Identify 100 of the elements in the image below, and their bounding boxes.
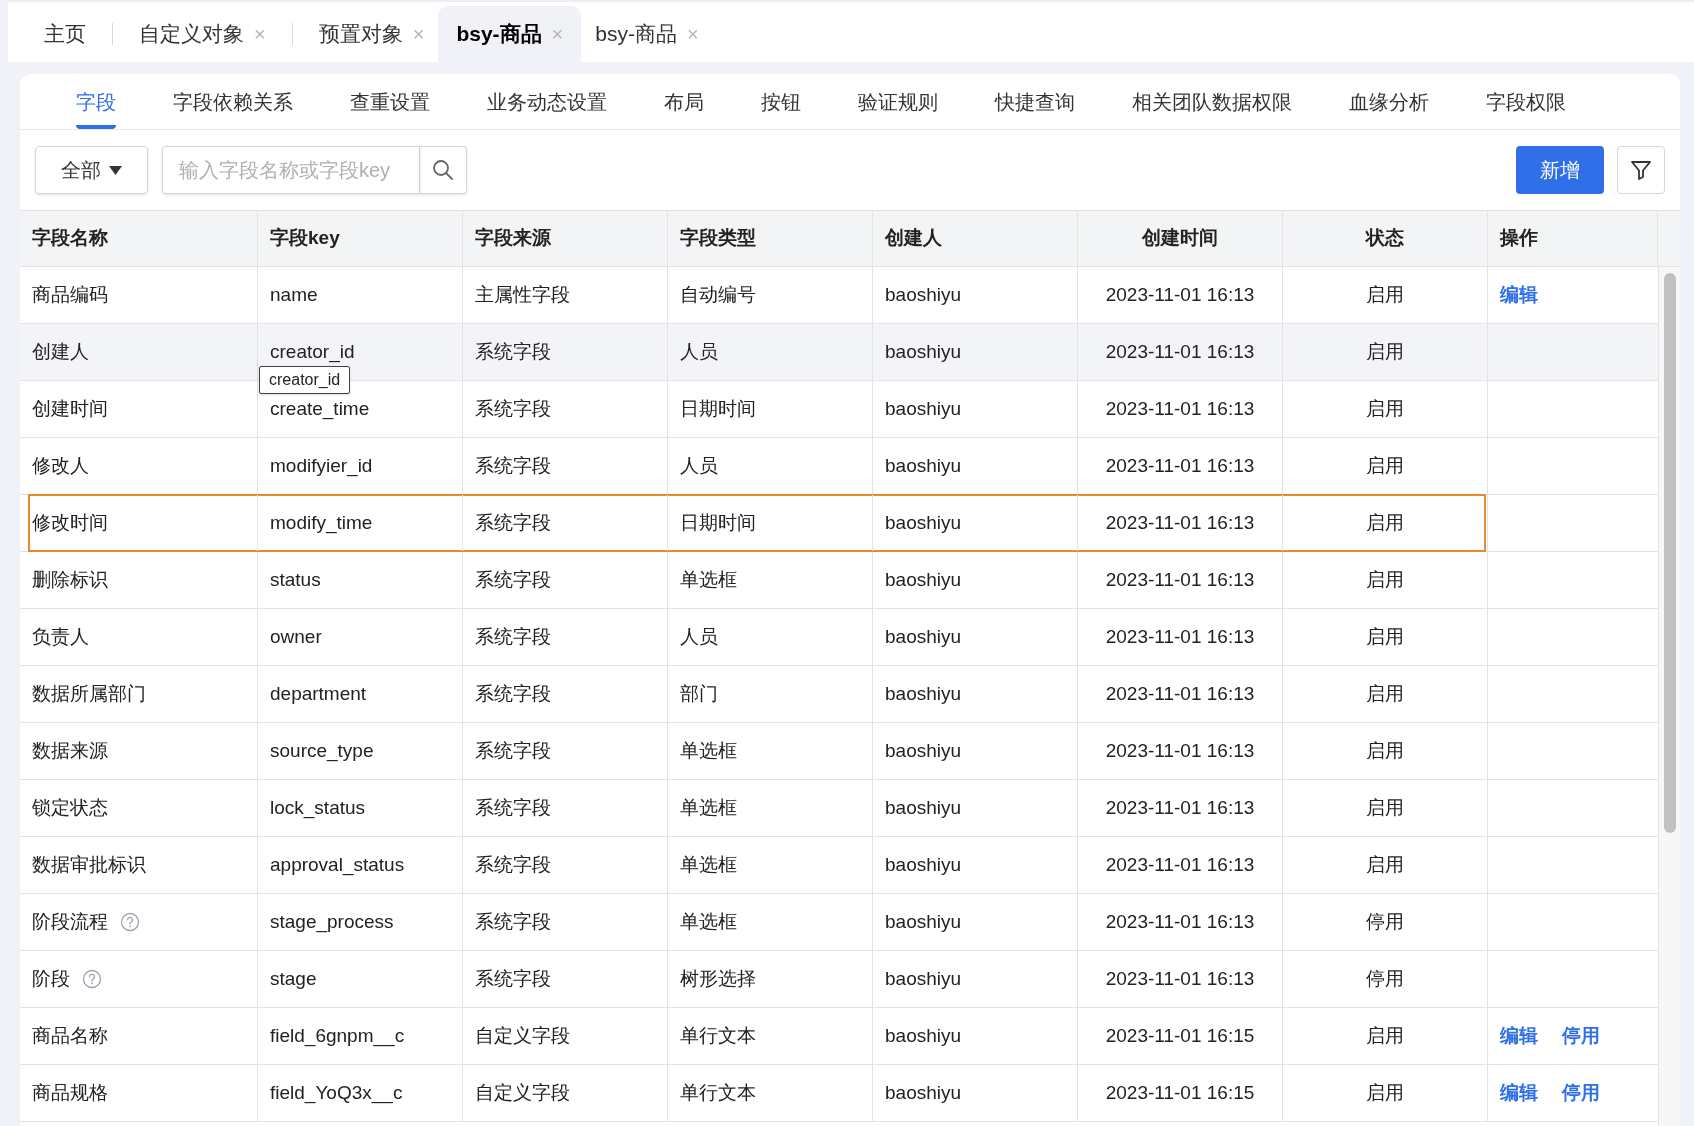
table-cell-text: 商品规格 [32, 1080, 108, 1105]
table-cell-text: 创建时间 [32, 396, 108, 421]
scrollbar-thumb[interactable] [1663, 273, 1676, 833]
table-cell-text: 系统字段 [475, 567, 551, 592]
table-cell-text: 启用 [1366, 624, 1404, 649]
tooltip: creator_id [259, 366, 351, 394]
table-cell-text: 系统字段 [475, 966, 551, 991]
table-cell-text: source_type [270, 738, 374, 764]
table-cell-text: 数据审批标识 [32, 852, 146, 877]
table-cell-text: baoshiyu [885, 909, 962, 934]
search-button[interactable] [420, 146, 467, 194]
table-cell-text: 单选框 [680, 795, 737, 820]
table-cell-text: 系统字段 [475, 738, 551, 763]
table-cell-text: 启用 [1366, 567, 1404, 592]
table-row[interactable]: 修改人 modifyier_id 系统字段 人员 baoshiyu 2023-11-01 16:13 启用 [20, 438, 1658, 495]
table-cell-text: 2023-11-01 16:13 [1105, 339, 1255, 364]
table-cell-text: approval_status [270, 852, 405, 878]
table-row[interactable]: 商品编码 name 主属性字段 自动编号 baoshiyu 2023-11-01 16:13 启用 编辑 [20, 267, 1658, 324]
table-cell-text: 自定义字段 [475, 1023, 570, 1048]
table-cell-text: baoshiyu [885, 681, 962, 706]
action-link[interactable]: 停用 [1562, 1078, 1600, 1108]
section-tab[interactable]: 布局 [664, 87, 704, 129]
table-cell-text: 删除标识 [32, 567, 108, 592]
table-cell-text: baoshiyu [885, 396, 962, 421]
section-tab[interactable]: 业务动态设置 [487, 87, 607, 129]
table-cell-text: baoshiyu [885, 624, 962, 649]
table-cell-text: 2023-11-01 16:13 [1105, 567, 1255, 592]
table-row[interactable]: 数据审批标识 approval_status 系统字段 单选框 baoshiyu 2023-11-01 16:13 启用 [20, 837, 1658, 894]
table-cell-text: 2023-11-01 16:13 [1105, 510, 1255, 535]
table-cell-text: modify_time [270, 510, 373, 536]
table-row[interactable]: 阶段 stage 系统字段 树形选择 baoshiyu 2023-11-01 16:13 停用 [20, 951, 1658, 1008]
section-tab[interactable]: 字段权限 [1486, 87, 1566, 129]
action-link[interactable]: 编辑 [1500, 1021, 1538, 1051]
section-tab[interactable]: 查重设置 [350, 87, 430, 129]
table-cell-text: department [270, 681, 367, 706]
category-dropdown[interactable]: 全部 [35, 146, 148, 194]
table-cell-text: baoshiyu [885, 510, 962, 535]
caret-icon [109, 165, 122, 175]
table-row[interactable]: 商品规格 field_YoQ3x__c 自定义字段 单行文本 baoshiyu 2023-11-01 16:15 启用 编辑 停用 [20, 1065, 1658, 1122]
table-cell-text: baoshiyu [885, 795, 962, 820]
table-cell-text: 系统字段 [475, 795, 551, 820]
section-tab[interactable]: 快捷查询 [995, 87, 1075, 129]
table-row[interactable]: 数据来源 source_type 系统字段 单选框 baoshiyu 2023-11-01 16:13 启用 [20, 723, 1658, 780]
section-tab[interactable]: 字段 [76, 87, 116, 129]
table-cell-text: field_YoQ3x__c [270, 1080, 403, 1106]
column-header: 创建人 [873, 211, 1078, 266]
section-tab[interactable]: 按钮 [761, 87, 801, 129]
table-cell-text: create_time [270, 396, 370, 422]
section-tab[interactable]: 字段依赖关系 [173, 87, 293, 129]
table-cell-text: baoshiyu [885, 738, 962, 763]
table-cell-text: 创建人 [32, 339, 89, 364]
table-cell-text: baoshiyu [885, 339, 962, 364]
column-header: 字段名称 [20, 211, 258, 266]
section-tab[interactable]: 血缘分析 [1349, 87, 1429, 129]
table-cell-text: 启用 [1366, 738, 1404, 763]
search-icon [432, 159, 454, 181]
table-cell-text: 系统字段 [475, 453, 551, 478]
table-row[interactable]: 修改时间 modify_time 系统字段 日期时间 baoshiyu 2023-11-01 16:13 启用 [20, 495, 1658, 552]
table-cell-text: 商品名称 [32, 1023, 108, 1048]
action-link[interactable]: 停用 [1562, 1021, 1600, 1051]
table-cell-text: 系统字段 [475, 681, 551, 706]
table-cell-text: creator_id [270, 339, 355, 365]
table-row[interactable]: 锁定状态 lock_status 系统字段 单选框 baoshiyu 2023-11-01 16:13 启用 [20, 780, 1658, 837]
column-header: 字段类型 [668, 211, 873, 266]
table-cell-text: 系统字段 [475, 510, 551, 535]
table-cell-text: 2023-11-01 16:15 [1105, 1023, 1255, 1048]
tab-label: bsy-商品 [595, 21, 677, 48]
page-tab[interactable]: 主页 [30, 6, 100, 62]
table-cell-text: 单选框 [680, 852, 737, 877]
table-row[interactable]: 阶段流程 stage_process 系统字段 单选框 baoshiyu 2023-11-01 16:13 停用 [20, 894, 1658, 951]
table-cell-text: 2023-11-01 16:13 [1105, 396, 1255, 421]
table-cell-text: 2023-11-01 16:13 [1105, 681, 1255, 706]
table-cell-text: 系统字段 [475, 396, 551, 421]
page-tab[interactable]: 预置对象 × [304, 6, 439, 62]
action-link[interactable]: 编辑 [1500, 1078, 1538, 1108]
table-cell-text: 启用 [1366, 852, 1404, 877]
page-tab[interactable]: bsy-商品 × [438, 6, 582, 62]
table-row[interactable]: 数据所属部门 department 系统字段 部门 baoshiyu 2023-11-01 16:13 启用 [20, 666, 1658, 723]
table-cell-text: 系统字段 [475, 852, 551, 877]
table-row[interactable]: 负责人 owner 系统字段 人员 baoshiyu 2023-11-01 16:13 启用 [20, 609, 1658, 666]
tab-label: 自定义对象 [139, 21, 244, 48]
add-button[interactable]: 新增 [1516, 146, 1604, 194]
section-tab[interactable]: 验证规则 [858, 87, 938, 129]
table-cell-text: 人员 [680, 453, 718, 478]
page-tab[interactable]: 自定义对象 × [125, 6, 280, 62]
table-row[interactable]: 删除标识 status 系统字段 单选框 baoshiyu 2023-11-01 16:13 启用 [20, 552, 1658, 609]
page-tab[interactable]: bsy-商品 × [581, 6, 713, 62]
table-cell-text: 锁定状态 [32, 795, 108, 820]
table-cell-text: modifyier_id [270, 453, 373, 479]
table-cell-text: baoshiyu [885, 1023, 962, 1048]
table-cell-text: name [270, 282, 318, 307]
table-cell-text: 系统字段 [475, 624, 551, 649]
table-cell-text: 启用 [1366, 453, 1404, 478]
search-field[interactable]: 输入字段名称或字段key [162, 146, 420, 194]
section-tab[interactable]: 相关团队数据权限 [1132, 87, 1292, 129]
table-row[interactable]: 商品名称 field_6gnpm__c 自定义字段 单行文本 baoshiyu 2023-11-01 16:15 启用 编辑 停用 [20, 1008, 1658, 1065]
action-link[interactable]: 编辑 [1500, 280, 1538, 310]
table-cell-text: 日期时间 [680, 510, 756, 535]
table-cell-text: 单行文本 [680, 1080, 756, 1105]
filter-button[interactable] [1617, 146, 1665, 194]
